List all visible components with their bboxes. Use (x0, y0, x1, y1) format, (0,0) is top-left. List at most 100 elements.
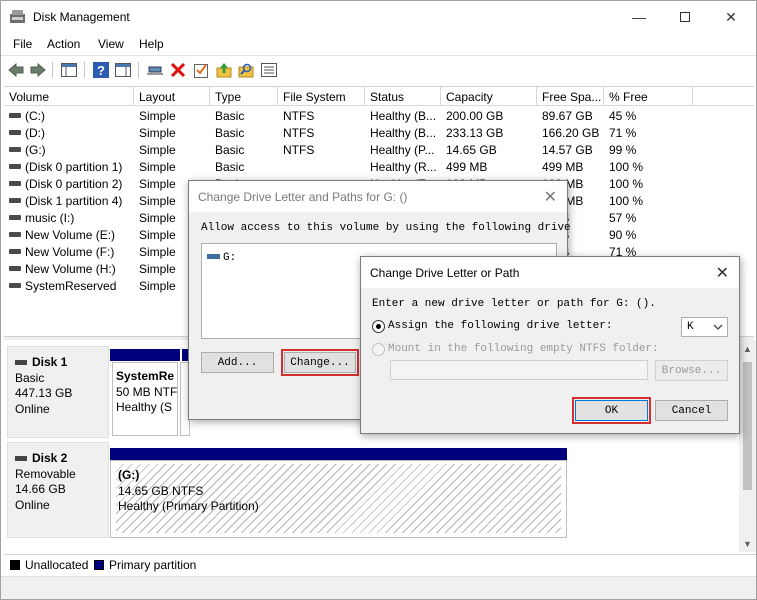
list-view-icon (261, 63, 277, 77)
change-button[interactable]: Change... (281, 349, 359, 376)
cell-percent-free: 90 % (609, 228, 637, 242)
menu-file[interactable]: File (13, 37, 32, 51)
help-button[interactable]: ? (92, 61, 110, 79)
cell-volume: (D:) (25, 126, 45, 140)
browse-button[interactable]: Browse... (655, 360, 728, 381)
column-capacity[interactable]: Capacity (441, 87, 537, 106)
ok-button[interactable]: OK (572, 397, 651, 424)
cell-percent-free: 71 % (609, 126, 637, 140)
table-row[interactable]: (D:) Simple Basic NTFS Healthy (B... 233.13 G… (4, 124, 754, 141)
dialog-title: Change Drive Letter and Paths for G: () (198, 190, 408, 204)
volume-drive-icon (9, 147, 21, 152)
disk-size: 14.66 GB (15, 482, 66, 496)
assign-letter-radio[interactable] (372, 319, 385, 334)
column-free-space[interactable]: Free Spa... (537, 87, 604, 106)
connect-disk-button[interactable] (146, 61, 164, 79)
scroll-down-arrow[interactable]: ▼ (739, 535, 756, 552)
close-icon[interactable]: ✕ (544, 187, 557, 207)
close-icon[interactable]: ✕ (716, 263, 729, 283)
partition-g[interactable]: (G:) 14.65 GB NTFS Healthy (Primary Part… (110, 460, 567, 538)
delete-button[interactable] (169, 61, 187, 79)
column-layout[interactable]: Layout (134, 87, 210, 106)
drive-path-label: G: (223, 252, 237, 264)
menu-action[interactable]: Action (47, 37, 80, 51)
search-button[interactable] (237, 61, 255, 79)
close-icon: ✕ (725, 8, 737, 25)
cell-type: Basic (215, 143, 245, 157)
dialog-title: Change Drive Letter or Path (370, 266, 520, 280)
cell-status: Healthy (B... (370, 109, 437, 123)
toolbar-separator (52, 62, 53, 78)
console-tree-icon (61, 63, 77, 77)
cell-file-system: NTFS (283, 143, 315, 157)
scroll-thumb[interactable] (743, 362, 752, 490)
status-bar (1, 576, 756, 599)
forward-button[interactable] (29, 61, 47, 79)
table-row[interactable]: (C:) Simple Basic NTFS Healthy (B... 200.00 G… (4, 107, 754, 124)
assign-letter-label: Assign the following drive letter: (388, 320, 613, 332)
list-view-button[interactable] (260, 61, 278, 79)
mount-folder-radio[interactable] (372, 342, 385, 357)
partition-bar (110, 349, 180, 361)
window-title: Disk Management (33, 10, 130, 24)
disk-icon (15, 456, 27, 462)
scroll-up-arrow[interactable]: ▲ (739, 340, 756, 357)
minimize-button[interactable]: — (616, 1, 662, 33)
cell-capacity: 14.65 GB (446, 143, 497, 157)
maximize-icon (680, 12, 690, 22)
cell-volume: SystemReserved (25, 279, 117, 293)
column-file-system[interactable]: File System (278, 87, 365, 106)
properties-button[interactable] (192, 61, 210, 79)
column-status[interactable]: Status (365, 87, 441, 106)
connect-icon (147, 66, 163, 75)
disk-type: Basic (15, 370, 45, 385)
cell-volume: (Disk 0 partition 2) (25, 177, 123, 191)
up-folder-button[interactable] (215, 61, 233, 79)
forward-arrow-icon (30, 63, 46, 77)
volume-list-header: Volume Layout Type File System Status Ca… (4, 87, 754, 106)
minimize-icon: — (632, 9, 646, 25)
disk-size: 447.13 GB (15, 386, 73, 400)
add-button[interactable]: Add... (201, 352, 274, 373)
disk-view-scrollbar[interactable]: ▲ ▼ (739, 340, 756, 552)
drive-letter-select[interactable]: K (681, 317, 728, 337)
disk-2-label[interactable]: Disk 2 Removable 14.66 GB Online (7, 442, 109, 538)
table-row[interactable]: (G:) Simple Basic NTFS Healthy (P... 14.65 GB… (4, 141, 754, 158)
legend-label-unallocated: Unallocated (25, 558, 89, 572)
drive-path-item[interactable]: G: (207, 249, 236, 264)
column-volume[interactable]: Volume (4, 87, 134, 106)
partition-system-reserved[interactable]: SystemRe 50 MB NTF Healthy (S (112, 362, 178, 436)
disk-1-label[interactable]: Disk 1 Basic 447.13 GB Online (7, 346, 109, 438)
cell-free-space: 166.20 GB (542, 126, 600, 140)
title-bar: Disk Management — ✕ (1, 1, 756, 33)
partition-status: Healthy (Primary Partition) (118, 499, 259, 513)
menu-view[interactable]: View (98, 37, 124, 51)
cell-type: Basic (215, 160, 245, 174)
cell-free-space: 89.67 GB (542, 109, 593, 123)
toolbar-separator (138, 62, 139, 78)
show-hide-console-tree-button[interactable] (60, 61, 78, 79)
drive-icon (207, 254, 220, 260)
volume-drive-icon (9, 266, 21, 271)
cell-volume: music (I:) (25, 211, 75, 225)
partition-g-content: (G:) 14.65 GB NTFS Healthy (Primary Part… (116, 464, 561, 533)
column-type[interactable]: Type (210, 87, 278, 106)
toolbar-separator (84, 62, 85, 78)
close-window-button[interactable]: ✕ (708, 1, 754, 33)
action-pane-icon (115, 63, 131, 77)
volume-drive-icon (9, 113, 21, 118)
dialog-instruction: Enter a new drive letter or path for G: … (372, 298, 656, 310)
table-row[interactable]: (Disk 0 partition 1) Simple Basic Healthy (… (4, 158, 754, 175)
action-pane-button[interactable] (114, 61, 132, 79)
column-percent-free[interactable]: % Free (604, 87, 693, 106)
cancel-button[interactable]: Cancel (655, 400, 728, 421)
mount-folder-path-input[interactable] (390, 360, 648, 380)
cell-capacity: 499 MB (446, 160, 488, 174)
cell-percent-free: 100 % (609, 160, 644, 174)
menu-help[interactable]: Help (139, 37, 164, 51)
cell-volume: New Volume (E:) (25, 228, 116, 242)
chevron-down-icon (713, 324, 723, 330)
back-button[interactable] (7, 61, 25, 79)
maximize-button[interactable] (662, 1, 708, 33)
volume-drive-icon (9, 198, 21, 203)
